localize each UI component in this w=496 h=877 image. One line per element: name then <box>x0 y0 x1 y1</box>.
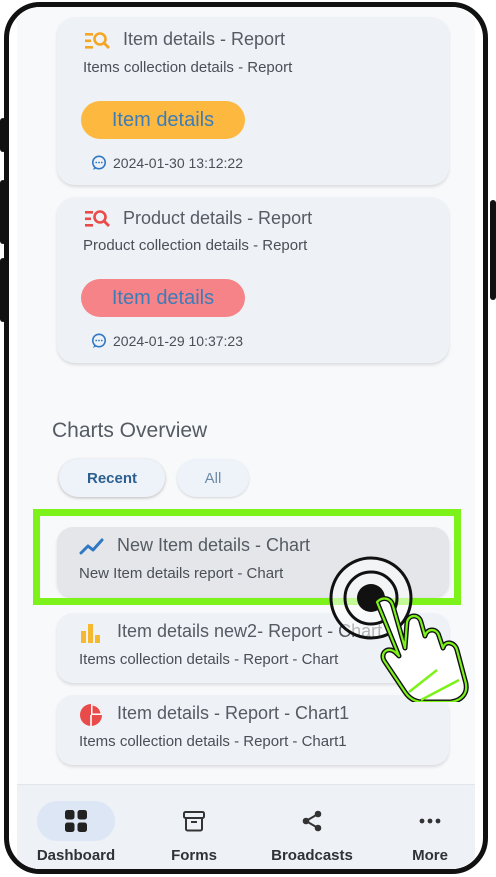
tab-all[interactable]: All <box>177 459 249 497</box>
more-dots-icon <box>391 801 469 841</box>
report-search-icon <box>85 210 110 227</box>
nav-item-dashboard[interactable]: Dashboard <box>17 785 135 869</box>
report-subtitle: Items collection details - Report <box>83 59 293 76</box>
report-timestamp-row: 2024-01-29 10:37:23 <box>91 333 243 349</box>
nav-label: Forms <box>171 847 217 864</box>
report-timestamp-row: 2024-01-30 13:12:22 <box>91 155 243 171</box>
report-card[interactable]: Product details - Report Product collect… <box>57 197 449 363</box>
nav-item-forms[interactable]: Forms <box>135 785 253 869</box>
bar-chart-icon <box>81 624 100 643</box>
report-subtitle: Product collection details - Report <box>83 237 308 254</box>
share-icon <box>273 801 351 841</box>
chart-subtitle: Items collection details - Report - Char… <box>79 733 347 750</box>
bottom-navigation: Dashboard Forms Broadcasts More <box>17 784 475 869</box>
chart-subtitle: Items collection details - Report - Char… <box>79 651 339 668</box>
app-screen: Item details - Report Items collection d… <box>17 7 475 869</box>
nav-item-broadcasts[interactable]: Broadcasts <box>253 785 371 869</box>
report-card[interactable]: Item details - Report Items collection d… <box>57 17 449 185</box>
item-details-button[interactable]: Item details <box>81 101 245 139</box>
item-details-button[interactable]: Item details <box>81 279 245 317</box>
pie-chart-icon <box>80 704 102 726</box>
section-title-charts-overview: Charts Overview <box>52 419 208 442</box>
chat-bubble-icon <box>92 333 106 348</box>
chart-title: Item details - Report - Chart1 <box>117 703 350 723</box>
archive-box-icon <box>155 801 233 841</box>
report-timestamp: 2024-01-29 10:37:23 <box>113 333 243 349</box>
nav-label: Dashboard <box>36 847 116 864</box>
nav-label: Broadcasts <box>271 847 353 864</box>
report-title: Item details - Report <box>123 29 286 49</box>
chat-bubble-icon <box>92 155 106 170</box>
tab-recent[interactable]: Recent <box>59 459 165 497</box>
phone-frame: Item details - Report Items collection d… <box>4 2 488 874</box>
report-title: Product details - Report <box>123 208 313 228</box>
chart-card[interactable]: Item details - Report - Chart1 Items col… <box>57 695 449 765</box>
report-search-icon <box>85 32 110 49</box>
nav-item-more[interactable]: More <box>371 785 483 869</box>
report-timestamp: 2024-01-30 13:12:22 <box>113 155 243 171</box>
dashboard-grid-icon <box>37 801 115 841</box>
tap-hand-icon <box>329 556 469 702</box>
nav-label: More <box>412 847 448 864</box>
